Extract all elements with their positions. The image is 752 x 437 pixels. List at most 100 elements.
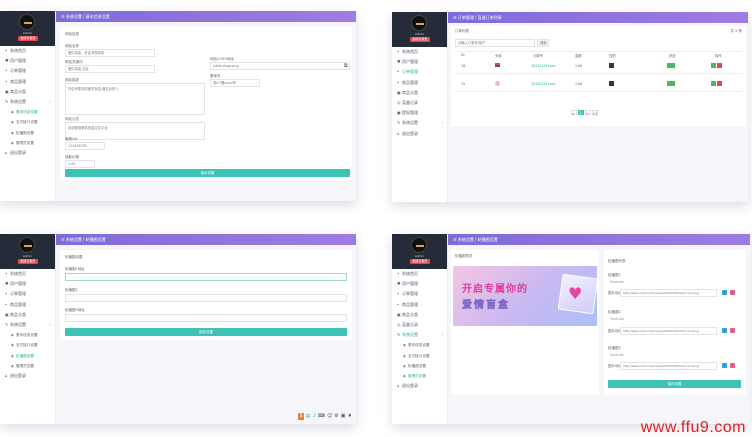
delete-button[interactable] bbox=[730, 328, 735, 333]
sound-icon[interactable]: ♪ bbox=[313, 413, 316, 420]
sogou-icon[interactable]: S bbox=[298, 413, 304, 420]
banner-list-card: 轮播图列表 轮播图1 Youtube 图片地址 http://www.xxxxx… bbox=[604, 250, 746, 395]
sidebar-item[interactable]: ◎ 盲盒记录 bbox=[392, 320, 447, 330]
save-button[interactable]: 保存设置 bbox=[608, 380, 741, 388]
window-icon[interactable]: ▣ bbox=[341, 413, 346, 420]
sidebar-item-label: 基本信息设置 bbox=[408, 343, 430, 348]
sidebar-item[interactable]: ▣商品分类 bbox=[392, 310, 447, 320]
edit-button[interactable] bbox=[711, 63, 716, 68]
sidebar-item[interactable]: ✎ 系统设置 ‹ bbox=[392, 330, 447, 340]
sidebar-item[interactable]: ◈ 轮播图设置 bbox=[0, 128, 55, 138]
sidebar-item[interactable]: ⌂ 退出登录 bbox=[392, 129, 447, 139]
sidebar-item[interactable]: ◈ 轮播图设置 bbox=[0, 351, 55, 361]
sidebar-item[interactable]: ⌂ 退出登录 bbox=[0, 148, 55, 158]
page-1[interactable]: 1 bbox=[578, 110, 584, 116]
menu-toggle-icon[interactable]: ☰ bbox=[453, 237, 457, 242]
search-input[interactable]: 请输入订单号/用户 bbox=[455, 39, 535, 47]
page-next[interactable]: » bbox=[585, 110, 591, 116]
sidebar-item[interactable]: ◈ 基本信息设置 bbox=[0, 107, 55, 117]
sidebar-item[interactable]: ♥用户管理 bbox=[392, 279, 447, 289]
sidebar-item[interactable]: • 商品管理 bbox=[0, 300, 55, 310]
sidebar-item[interactable]: • 商品管理 bbox=[392, 300, 447, 310]
sidebar-item[interactable]: ✎ 系统设置 ‹ bbox=[0, 97, 55, 107]
sidebar-item-label: 退出登录 bbox=[402, 130, 418, 136]
avatar[interactable] bbox=[411, 15, 427, 31]
page-prev[interactable]: « bbox=[571, 110, 577, 116]
avatar[interactable] bbox=[19, 237, 35, 253]
row-order[interactable]: 20220101xxxx bbox=[531, 82, 556, 86]
menu-toggle-icon[interactable]: ☰ bbox=[61, 237, 65, 242]
sidebar-item[interactable]: ◈ 支付接口设置 bbox=[0, 340, 55, 350]
sidebar-item[interactable]: ▣商品分类 bbox=[392, 88, 447, 98]
sidebar-item[interactable]: ▣商品分类 bbox=[0, 310, 55, 320]
site-name-input[interactable]: 爱情盲盒 - 开启专属你的 bbox=[65, 49, 155, 57]
menu-toggle-icon[interactable]: ☰ bbox=[61, 14, 65, 19]
sidebar-item[interactable]: • 系统首页 bbox=[0, 269, 55, 279]
save-button[interactable]: 保存设置 bbox=[65, 328, 347, 336]
search-button[interactable]: 搜索 bbox=[537, 39, 549, 47]
save-button[interactable]: 保存设置 bbox=[65, 169, 350, 177]
keywords-input[interactable]: 爱情盲盒,交友 bbox=[65, 65, 155, 73]
banner2-input[interactable] bbox=[65, 294, 347, 302]
group-url-input[interactable]: http://www.xxxxx.com/upload/20220101/ban… bbox=[620, 289, 717, 297]
ime-icon[interactable]: 中 bbox=[306, 413, 311, 420]
page-last[interactable]: »| bbox=[592, 110, 598, 116]
sidebar-item[interactable]: • 系统首页 bbox=[392, 269, 447, 279]
row-order[interactable]: 20220101xxxx bbox=[531, 64, 556, 68]
sidebar-item[interactable]: ◈ 基本信息设置 bbox=[392, 340, 447, 350]
notice-textarea[interactable]: 欢迎使用爱情盲盒交友平台 bbox=[65, 122, 205, 140]
sidebar-item[interactable]: ♥用户管理 bbox=[0, 279, 55, 289]
menu-toggle-icon[interactable]: ☰ bbox=[453, 15, 457, 20]
sidebar-item[interactable]: ⌂ 退出登录 bbox=[0, 371, 55, 381]
group-url-input[interactable]: http://www.xxxxx.com/upload/20220101/ban… bbox=[620, 327, 717, 335]
sidebar-item[interactable]: ✎ 系统设置 ‹ bbox=[392, 118, 447, 128]
logo-input[interactable]: /static/logo.png bbox=[210, 62, 350, 70]
price-input[interactable]: 1.00 bbox=[65, 160, 95, 168]
delete-button[interactable] bbox=[717, 81, 722, 86]
upload-button[interactable] bbox=[722, 363, 727, 368]
sidebar-item[interactable]: ♥用户管理 bbox=[392, 57, 447, 67]
copy-icon[interactable]: ⧉ bbox=[344, 63, 348, 69]
delete-button[interactable] bbox=[730, 363, 735, 368]
kefu-input[interactable]: 123456789 bbox=[65, 142, 105, 150]
sidebar-item[interactable]: ▣提现管理 bbox=[392, 108, 447, 118]
sidebar-item[interactable]: ✎ 系统设置 ‹ bbox=[0, 320, 55, 330]
avatar[interactable] bbox=[411, 237, 427, 253]
delete-button[interactable] bbox=[730, 290, 735, 295]
sidebar-item[interactable]: ▣商品分类 bbox=[0, 87, 55, 97]
app-icon[interactable]: ♦ bbox=[348, 413, 352, 420]
sidebar-item[interactable]: ◈ 基本信息设置 bbox=[0, 330, 55, 340]
sidebar-item[interactable]: • 订单管理 bbox=[392, 289, 447, 299]
sidebar-item[interactable]: ◈ 管理员设置 bbox=[392, 371, 447, 381]
sidebar-item[interactable]: ◈ 管理员设置 bbox=[0, 138, 55, 148]
banner1-input[interactable] bbox=[65, 273, 347, 281]
settings-icon[interactable]: ⚙ bbox=[334, 413, 338, 420]
sidebar-item[interactable]: • 商品管理 bbox=[392, 78, 447, 88]
delete-button[interactable] bbox=[717, 63, 722, 68]
group-url-input[interactable]: http://www.xxxxx.com/upload/20220101/ban… bbox=[620, 362, 717, 370]
sidebar-item[interactable]: ⌂ 退出登录 bbox=[392, 381, 447, 391]
sidebar-item[interactable]: • 系统首页 bbox=[392, 47, 447, 57]
avatar[interactable] bbox=[19, 14, 35, 30]
sidebar-item[interactable]: ◈ 轮播图设置 bbox=[392, 361, 447, 371]
banner3-input[interactable] bbox=[65, 314, 347, 322]
description-textarea[interactable]: 开启专属你的爱情盲盒,遇见对的人 bbox=[65, 83, 205, 115]
edit-button[interactable] bbox=[711, 81, 716, 86]
upload-button[interactable] bbox=[722, 290, 727, 295]
sidebar-item[interactable]: ♥用户管理 bbox=[0, 56, 55, 66]
keyboard-icon[interactable]: ⌨ bbox=[318, 413, 325, 420]
sidebar-item[interactable]: • 系统首页 bbox=[0, 46, 55, 56]
sidebar-item[interactable]: ◎ 盲盒记录 bbox=[392, 98, 447, 108]
sidebar-item[interactable]: • 订单管理 bbox=[0, 289, 55, 299]
record-input[interactable]: 粤ICP备xxxx号 bbox=[210, 79, 260, 87]
sidebar-item[interactable]: • 订单管理 bbox=[0, 66, 55, 76]
sidebar-item-label: 系统首页 bbox=[10, 271, 26, 276]
emoji-icon[interactable]: ☺ bbox=[327, 413, 332, 420]
sidebar-item[interactable]: • 订单管理 bbox=[392, 67, 447, 77]
banner-preview-panel: admin 超级管理员 • 系统首页 ♥用户管理 • 订单管理 • 商品管理 ▣商品分类 ◎ 盲盒… bbox=[392, 234, 750, 424]
sidebar-item[interactable]: • 商品管理 bbox=[0, 77, 55, 87]
upload-button[interactable] bbox=[722, 328, 727, 333]
sidebar-item[interactable]: ◈ 支付接口设置 bbox=[392, 351, 447, 361]
sidebar-item[interactable]: ◈ 管理员设置 bbox=[0, 361, 55, 371]
sidebar-item[interactable]: ◈ 支付接口设置 bbox=[0, 117, 55, 127]
